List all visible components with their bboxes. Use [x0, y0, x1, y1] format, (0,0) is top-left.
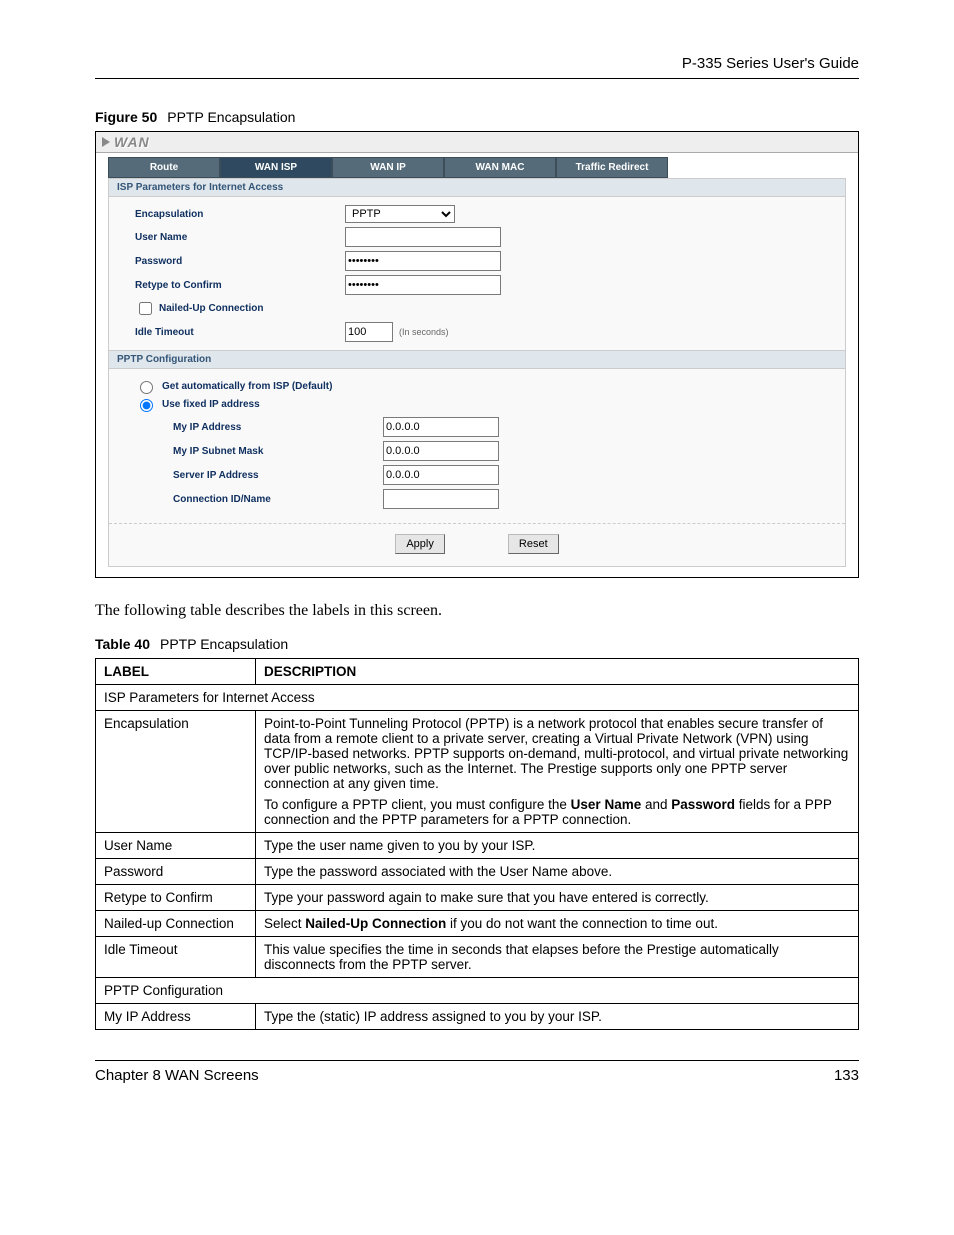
- cell-desc: Type the password associated with the Us…: [256, 859, 859, 885]
- server-ip-input[interactable]: [383, 465, 499, 485]
- idle-timeout-input[interactable]: [345, 322, 393, 342]
- cell-desc: This value specifies the time in seconds…: [256, 937, 859, 978]
- figure-title: PPTP Encapsulation: [167, 109, 295, 125]
- th-label: LABEL: [96, 659, 256, 685]
- cell-label: Idle Timeout: [96, 937, 256, 978]
- table-row: Retype to Confirm Type your password aga…: [96, 885, 859, 911]
- cell-desc: Select Nailed-Up Connection if you do no…: [256, 911, 859, 937]
- th-description: DESCRIPTION: [256, 659, 859, 685]
- label-idle-timeout: Idle Timeout: [135, 327, 345, 338]
- footer-page-number: 133: [834, 1067, 859, 1084]
- table-row: Encapsulation Point-to-Point Tunneling P…: [96, 711, 859, 833]
- figure-caption: Figure 50 PPTP Encapsulation: [95, 109, 859, 125]
- encap-desc-p2: To configure a PPTP client, you must con…: [264, 797, 850, 827]
- figure-screenshot: WAN Route WAN ISP WAN IP WAN MAC Traffic…: [95, 131, 859, 578]
- retype-input[interactable]: [345, 275, 501, 295]
- table-number: Table 40: [95, 636, 150, 652]
- apply-button[interactable]: Apply: [395, 534, 445, 554]
- row-span-pptp: PPTP Configuration: [96, 978, 859, 1004]
- label-fixed-ip: Use fixed IP address: [162, 399, 260, 410]
- tab-traffic-redirect[interactable]: Traffic Redirect: [556, 157, 668, 178]
- my-ip-input[interactable]: [383, 417, 499, 437]
- cell-label: User Name: [96, 833, 256, 859]
- arrow-right-icon: [102, 137, 110, 147]
- label-nailed-up: Nailed-Up Connection: [159, 303, 263, 314]
- idle-timeout-unit: (In seconds): [399, 327, 449, 337]
- encap-desc-p1: Point-to-Point Tunneling Protocol (PPTP)…: [264, 716, 850, 791]
- table-row: Idle Timeout This value specifies the ti…: [96, 937, 859, 978]
- cell-desc: Point-to-Point Tunneling Protocol (PPTP)…: [256, 711, 859, 833]
- footer-chapter: Chapter 8 WAN Screens: [95, 1067, 259, 1084]
- cell-desc: Type the user name given to you by your …: [256, 833, 859, 859]
- cell-desc: Type your password again to make sure th…: [256, 885, 859, 911]
- table-caption: Table 40 PPTP Encapsulation: [95, 636, 859, 652]
- cell-label: Nailed-up Connection: [96, 911, 256, 937]
- nailed-up-checkbox[interactable]: [139, 302, 152, 315]
- radio-auto-ip[interactable]: [140, 381, 153, 394]
- my-mask-input[interactable]: [383, 441, 499, 461]
- table-row: User Name Type the user name given to yo…: [96, 833, 859, 859]
- radio-fixed-ip[interactable]: [140, 399, 153, 412]
- table-row: My IP Address Type the (static) IP addre…: [96, 1004, 859, 1030]
- cell-label: Password: [96, 859, 256, 885]
- label-my-ip: My IP Address: [173, 422, 383, 433]
- description-table: LABEL DESCRIPTION ISP Parameters for Int…: [95, 658, 859, 1030]
- label-user-name: User Name: [135, 232, 345, 243]
- conn-id-input[interactable]: [383, 489, 499, 509]
- label-encapsulation: Encapsulation: [135, 209, 345, 220]
- cell-label: My IP Address: [96, 1004, 256, 1030]
- reset-button[interactable]: Reset: [508, 534, 559, 554]
- row-span-isp: ISP Parameters for Internet Access: [96, 685, 859, 711]
- cell-label: Retype to Confirm: [96, 885, 256, 911]
- label-conn-id: Connection ID/Name: [173, 494, 383, 505]
- window-title: WAN: [114, 134, 150, 150]
- body-paragraph: The following table describes the labels…: [95, 602, 859, 620]
- section-pptp-config: PPTP Configuration: [109, 350, 845, 369]
- cell-desc: Type the (static) IP address assigned to…: [256, 1004, 859, 1030]
- label-auto-ip: Get automatically from ISP (Default): [162, 381, 332, 392]
- tab-wan-isp[interactable]: WAN ISP: [220, 157, 332, 178]
- table-row: Password Type the password associated wi…: [96, 859, 859, 885]
- label-retype: Retype to Confirm: [135, 280, 345, 291]
- window-title-bar: WAN: [96, 132, 858, 153]
- tab-wan-mac[interactable]: WAN MAC: [444, 157, 556, 178]
- table-title: PPTP Encapsulation: [160, 636, 288, 652]
- password-input[interactable]: [345, 251, 501, 271]
- header-rule: [95, 78, 859, 79]
- footer-rule: [95, 1060, 859, 1061]
- label-my-mask: My IP Subnet Mask: [173, 446, 383, 457]
- tab-route[interactable]: Route: [108, 157, 220, 178]
- label-server-ip: Server IP Address: [173, 470, 383, 481]
- header-guide-title: P-335 Series User's Guide: [95, 55, 859, 78]
- user-name-input[interactable]: [345, 227, 501, 247]
- table-row: Nailed-up Connection Select Nailed-Up Co…: [96, 911, 859, 937]
- wan-isp-panel: ISP Parameters for Internet Access Encap…: [108, 178, 846, 567]
- encapsulation-select[interactable]: PPTP: [345, 205, 455, 223]
- label-password: Password: [135, 256, 345, 267]
- figure-number: Figure 50: [95, 109, 157, 125]
- tab-wan-ip[interactable]: WAN IP: [332, 157, 444, 178]
- wan-tab-row: Route WAN ISP WAN IP WAN MAC Traffic Red…: [108, 157, 846, 178]
- cell-label: Encapsulation: [96, 711, 256, 833]
- section-isp-params: ISP Parameters for Internet Access: [109, 178, 845, 197]
